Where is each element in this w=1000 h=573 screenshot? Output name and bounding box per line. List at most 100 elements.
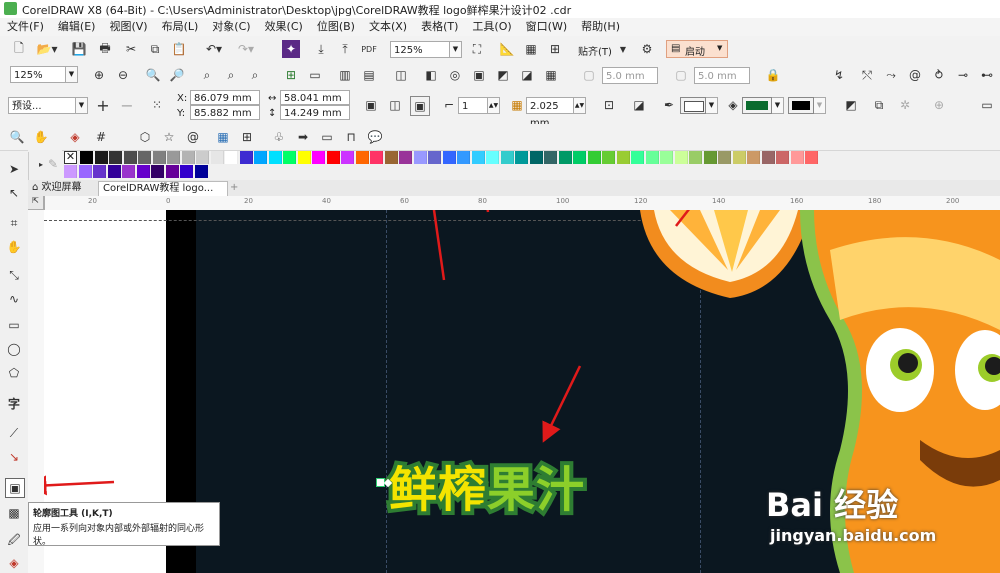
publish-pdf-icon[interactable]: PDF bbox=[360, 40, 378, 58]
palette-swatch[interactable] bbox=[196, 151, 209, 164]
redo-icon[interactable]: ↷▾ bbox=[232, 40, 260, 58]
add-effect-icon[interactable]: ⊕ bbox=[930, 96, 948, 114]
zoom-out-icon[interactable]: ⊖ bbox=[114, 66, 132, 84]
menu-object[interactable]: 对象(C) bbox=[205, 18, 257, 35]
twirl-icon[interactable]: ⥁ bbox=[930, 66, 948, 84]
corner-radius-2-field[interactable]: 5.0 mm bbox=[694, 67, 750, 84]
zoom-toolbar-dropdown-icon[interactable]: ▼ bbox=[66, 66, 78, 83]
palette-swatch[interactable] bbox=[761, 151, 775, 164]
menu-table[interactable]: 表格(T) bbox=[414, 18, 465, 35]
paste-icon[interactable]: 📋 bbox=[170, 40, 188, 58]
pick-tool-icon[interactable]: ➤ bbox=[5, 160, 23, 178]
palette-swatch[interactable] bbox=[80, 151, 93, 164]
text-tool-icon[interactable]: 字 bbox=[5, 394, 23, 412]
import-icon[interactable]: ⤓ bbox=[312, 40, 330, 58]
flowchart-icon[interactable]: ▭ bbox=[318, 128, 336, 146]
snap-dropdown-icon[interactable]: ▼ bbox=[614, 40, 632, 58]
palette-swatch[interactable] bbox=[297, 151, 311, 164]
palette-swatch[interactable] bbox=[442, 151, 456, 164]
palette-swatch[interactable] bbox=[732, 151, 746, 164]
attract-icon[interactable]: ⊸ bbox=[954, 66, 972, 84]
fill-icon[interactable]: ◈ bbox=[66, 128, 84, 146]
crop-tool-icon[interactable]: ⌗ bbox=[5, 214, 23, 232]
palette-swatch[interactable] bbox=[138, 151, 151, 164]
copy-contour-icon[interactable]: ◩ bbox=[842, 96, 860, 114]
polygon-tool-icon[interactable]: ⬠ bbox=[5, 364, 23, 382]
zoom-all-icon[interactable]: 🔎 bbox=[168, 66, 186, 84]
palette-swatch[interactable] bbox=[194, 165, 208, 178]
menu-view[interactable]: 视图(V) bbox=[102, 18, 154, 35]
object-origin-icon[interactable]: ⁙ bbox=[148, 96, 166, 114]
search-icon[interactable]: 🔍 bbox=[8, 128, 26, 146]
menu-edit[interactable]: 编辑(E) bbox=[51, 18, 103, 35]
guidelines-icon[interactable]: ⊞ bbox=[546, 40, 564, 58]
zoom-level-field[interactable]: 125% bbox=[390, 41, 450, 58]
star-icon[interactable]: ☆ bbox=[160, 128, 178, 146]
back-minus-front-icon[interactable]: ◪ bbox=[518, 66, 536, 84]
connector-tool-icon[interactable]: ↘ bbox=[5, 448, 23, 466]
palette-swatch[interactable] bbox=[136, 165, 150, 178]
table-tool-icon[interactable]: ▦ bbox=[214, 128, 232, 146]
spiral-tool-icon[interactable]: @ bbox=[184, 128, 202, 146]
palette-swatch[interactable] bbox=[107, 165, 121, 178]
width-field[interactable]: 58.041 mm bbox=[280, 90, 350, 105]
palette-swatch[interactable] bbox=[78, 165, 92, 178]
contour-offset-field[interactable]: 2.025 mm bbox=[526, 97, 574, 129]
print-icon[interactable]: 🖶 bbox=[96, 40, 114, 58]
palette-swatch[interactable] bbox=[165, 165, 179, 178]
grid-paper-icon[interactable]: ⊞ bbox=[238, 128, 256, 146]
add-preset-icon[interactable]: + bbox=[94, 96, 112, 115]
front-minus-back-icon[interactable]: ◩ bbox=[494, 66, 512, 84]
corel-connect-icon[interactable]: ✦ bbox=[282, 40, 300, 58]
banner-icon[interactable]: ⊓ bbox=[342, 128, 360, 146]
outline-color-dropdown-icon[interactable]: ▼ bbox=[706, 97, 718, 114]
fill-color-dropdown-icon[interactable]: ▼ bbox=[772, 97, 784, 114]
trim-icon[interactable]: ◧ bbox=[422, 66, 440, 84]
open-document-icon[interactable]: 📂▾ bbox=[32, 40, 62, 58]
launch-button[interactable]: 启动 ▤ ▼ bbox=[666, 40, 728, 58]
y-position-field[interactable]: 85.882 mm bbox=[190, 105, 260, 120]
palette-swatch[interactable] bbox=[93, 165, 106, 178]
tab-welcome-screen[interactable]: ⌂ 欢迎屏幕 bbox=[28, 181, 96, 195]
palette-swatch[interactable] bbox=[254, 151, 267, 164]
palette-swatch[interactable] bbox=[790, 151, 804, 164]
object-color-picker[interactable] bbox=[788, 97, 814, 114]
window-panel-icon[interactable]: ▭ bbox=[978, 96, 996, 114]
menu-bitmaps[interactable]: 位图(B) bbox=[310, 18, 362, 35]
remove-preset-icon[interactable]: − bbox=[118, 96, 136, 115]
contour-steps-spinner[interactable]: ▲▼ bbox=[488, 97, 500, 114]
palette-swatch[interactable] bbox=[500, 151, 514, 164]
rulers-icon[interactable]: 📐 bbox=[498, 40, 516, 58]
zoom-width-icon[interactable]: ⌕ bbox=[222, 66, 240, 84]
grid-tool-icon[interactable]: # bbox=[92, 128, 110, 146]
preset-dropdown-icon[interactable]: ▼ bbox=[76, 97, 88, 114]
arrow-shapes-icon[interactable]: ➡ bbox=[294, 128, 312, 146]
clear-contour-icon[interactable]: ⧉ bbox=[870, 96, 888, 114]
eyedropper-tool-icon[interactable]: 🖉 bbox=[5, 532, 23, 550]
palette-swatch[interactable] bbox=[210, 151, 224, 164]
contour-tool-icon[interactable]: ▣ bbox=[5, 478, 25, 498]
menu-layout[interactable]: 布局(L) bbox=[155, 18, 206, 35]
copy-icon[interactable]: ⧉ bbox=[146, 40, 164, 58]
outline-color-picker[interactable] bbox=[680, 97, 706, 114]
palette-swatch[interactable] bbox=[94, 151, 108, 164]
palette-swatch[interactable] bbox=[776, 151, 789, 164]
polygon-icon[interactable]: ⬡ bbox=[136, 128, 154, 146]
menu-effects[interactable]: 效果(C) bbox=[258, 18, 310, 35]
basic-shapes-icon[interactable]: ♧ bbox=[270, 128, 288, 146]
options-gear-icon[interactable]: ⚙ bbox=[638, 40, 656, 58]
palette-swatch[interactable] bbox=[747, 151, 760, 164]
eyedropper-palette-icon[interactable]: ✎ bbox=[44, 155, 62, 173]
palette-swatch[interactable] bbox=[602, 151, 615, 164]
outside-contour-icon[interactable]: ▣ bbox=[410, 96, 430, 116]
object-color-dropdown-icon[interactable]: ▼ bbox=[814, 97, 826, 114]
pan-tool-icon[interactable]: ✋ bbox=[5, 238, 23, 256]
interactive-fill-icon[interactable]: ◈ bbox=[5, 554, 23, 572]
rectangle-tool-icon[interactable]: ▭ bbox=[5, 316, 23, 334]
horizontal-ruler[interactable]: 20 0 20 40 60 80 100 120 140 160 180 200 bbox=[44, 196, 1000, 211]
palette-swatch[interactable] bbox=[283, 151, 296, 164]
pan-hand-icon[interactable]: ✋ bbox=[32, 128, 50, 146]
ruler-origin-icon[interactable]: ⇱ bbox=[28, 196, 44, 210]
palette-swatch[interactable] bbox=[167, 151, 180, 164]
undo-icon[interactable]: ↶▾ bbox=[200, 40, 228, 58]
